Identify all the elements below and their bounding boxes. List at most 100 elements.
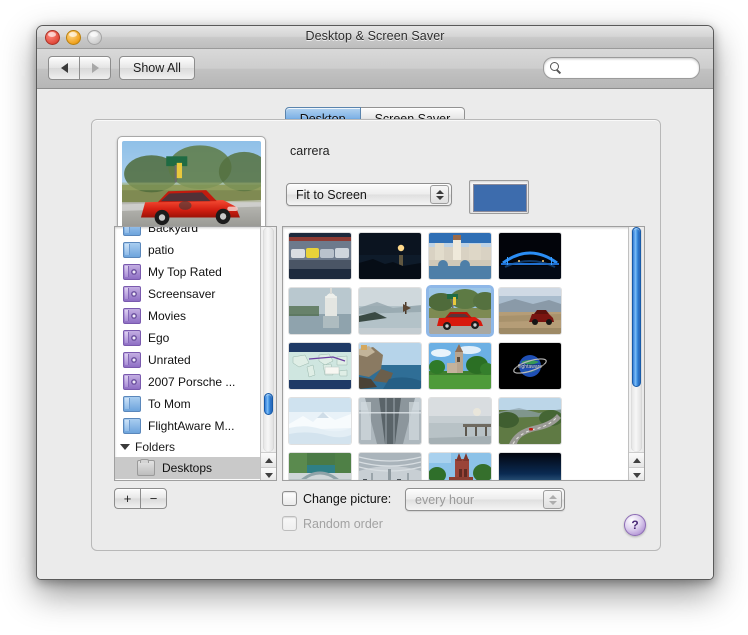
show-all-button[interactable]: Show All (119, 56, 195, 80)
scroll-track[interactable] (263, 227, 274, 452)
search-field[interactable] (543, 57, 700, 79)
source-list-item[interactable]: FlightAware M... (115, 415, 261, 437)
wallpaper-thumbnail[interactable] (359, 288, 421, 334)
scroll-up-button[interactable] (261, 452, 276, 467)
change-picture-checkbox[interactable] (282, 491, 297, 506)
wallpaper-thumbnail[interactable] (359, 398, 421, 444)
source-list-item[interactable]: My Top Rated (115, 261, 261, 283)
window-titlebar[interactable]: Desktop & Screen Saver (37, 26, 713, 49)
remove-folder-button[interactable]: − (140, 488, 167, 509)
source-list-item[interactable]: Screensaver (115, 283, 261, 305)
source-list-item-label: 2007 Porsche ... (148, 375, 236, 389)
disclosure-triangle-icon[interactable] (120, 444, 130, 450)
source-list-item-label: To Mom (148, 397, 191, 411)
change-interval-value: every hour (415, 492, 475, 507)
wallpaper-thumbnail[interactable] (499, 288, 561, 334)
navigation-segmented-control (48, 56, 111, 80)
wallpaper-thumbnail[interactable]: flightaware (499, 343, 561, 389)
random-order-label: Random order (303, 516, 383, 531)
source-list-item-label: Backyard (148, 226, 199, 235)
source-list-item[interactable]: Backyard (115, 226, 261, 239)
scroll-track[interactable] (631, 227, 642, 452)
wallpaper-grid[interactable]: flightaware (282, 226, 645, 481)
scroll-buttons (629, 452, 644, 480)
source-list-scrollbar[interactable] (260, 227, 276, 480)
random-order-checkbox[interactable] (282, 516, 297, 531)
source-list-group-folders[interactable]: Folders (115, 437, 261, 457)
help-label: ? (631, 518, 639, 532)
smart-folder-icon (123, 286, 141, 302)
wallpaper-thumbnail[interactable] (289, 288, 351, 334)
scroll-down-button[interactable] (261, 467, 276, 480)
source-list-item-label: Unrated (148, 353, 191, 367)
remove-folder-label: − (149, 491, 158, 506)
forward-button[interactable] (79, 56, 111, 80)
source-list-item[interactable]: Unrated (115, 349, 261, 371)
source-list-item-label: Ego (148, 331, 170, 345)
wallpaper-thumbnail[interactable] (289, 343, 351, 389)
chevron-right-icon (91, 63, 99, 73)
folder-blue-icon (123, 242, 141, 258)
scroll-thumb[interactable] (632, 227, 641, 387)
source-list-item[interactable]: Ego (115, 327, 261, 349)
wallpaper-thumbnail[interactable] (499, 453, 561, 480)
add-folder-label: + (123, 491, 132, 506)
folder-blue-icon (123, 418, 141, 434)
wallpaper-thumbnail[interactable] (426, 285, 494, 337)
wallpaper-thumbnail[interactable] (429, 453, 491, 480)
selected-image-name: carrera (290, 144, 330, 158)
scroll-up-button[interactable] (629, 452, 644, 467)
source-list-item[interactable]: Movies (115, 305, 261, 327)
help-button[interactable]: ? (624, 514, 646, 536)
smart-folder-icon (123, 264, 141, 280)
triangle-down-icon (264, 472, 273, 478)
wallpaper-thumbnail[interactable] (359, 233, 421, 279)
preference-pane-body: Desktop Screen Saver (37, 89, 713, 579)
wallpaper-thumbnail[interactable] (289, 453, 351, 480)
source-list-item-label: patio (148, 243, 175, 257)
source-list-item[interactable]: patio (115, 239, 261, 261)
desktop-settings-panel: carrera Fit to Screen Backyard patio My To… (91, 119, 661, 551)
toolbar: Show All (37, 49, 713, 89)
wallpaper-thumbnail[interactable] (289, 398, 351, 444)
smart-folder-icon (123, 352, 141, 368)
source-list-item-label: Movies (148, 309, 187, 323)
smart-folder-icon (123, 308, 141, 324)
wallpaper-thumbnail[interactable] (429, 398, 491, 444)
desktop-background: Desktop & Screen Saver Show All carrera … (0, 0, 748, 635)
wallpaper-thumbnail[interactable] (499, 398, 561, 444)
wallpaper-thumbnail[interactable] (429, 343, 491, 389)
change-picture-row: Change picture: (282, 491, 391, 506)
add-remove-folder-controls: + − (114, 488, 167, 509)
background-color-well[interactable] (469, 180, 529, 214)
wallpaper-thumbnail[interactable] (289, 233, 351, 279)
source-list-item[interactable]: 2007 Porsche ... (115, 371, 261, 393)
scroll-buttons (261, 452, 276, 480)
wallpaper-thumbnail[interactable] (359, 343, 421, 389)
search-input[interactable] (566, 61, 690, 75)
wallpaper-grid-scrollbar[interactable] (628, 227, 644, 480)
source-list-item-label: Desktops (162, 461, 213, 475)
add-folder-button[interactable]: + (114, 488, 140, 509)
wallpaper-thumbnail[interactable] (429, 233, 491, 279)
system-preferences-window: Desktop & Screen Saver Show All carrera … (36, 25, 714, 580)
folder-blue-icon (123, 396, 141, 412)
change-interval-popup[interactable]: every hour (405, 488, 565, 511)
source-list-item[interactable]: To Mom (115, 393, 261, 415)
wallpaper-thumbnail[interactable] (499, 233, 561, 279)
triangle-down-icon (632, 472, 641, 478)
preview-image (122, 141, 261, 235)
source-list-content: Backyard patio My Top Rated Screensaver Movi… (115, 226, 261, 479)
change-picture-label: Change picture: (303, 491, 392, 506)
wallpaper-thumbnail[interactable] (359, 453, 421, 480)
source-list-item[interactable]: Desktops (115, 457, 261, 479)
source-list[interactable]: Backyard patio My Top Rated Screensaver Movi… (114, 226, 277, 481)
search-icon (550, 62, 562, 74)
popup-arrows-icon (430, 185, 449, 204)
source-list-group-label: Folders (135, 440, 176, 454)
folder-plain-icon (137, 459, 155, 476)
fit-mode-popup[interactable]: Fit to Screen (286, 183, 452, 206)
scroll-thumb[interactable] (264, 393, 273, 416)
scroll-down-button[interactable] (629, 467, 644, 480)
back-button[interactable] (48, 56, 79, 80)
